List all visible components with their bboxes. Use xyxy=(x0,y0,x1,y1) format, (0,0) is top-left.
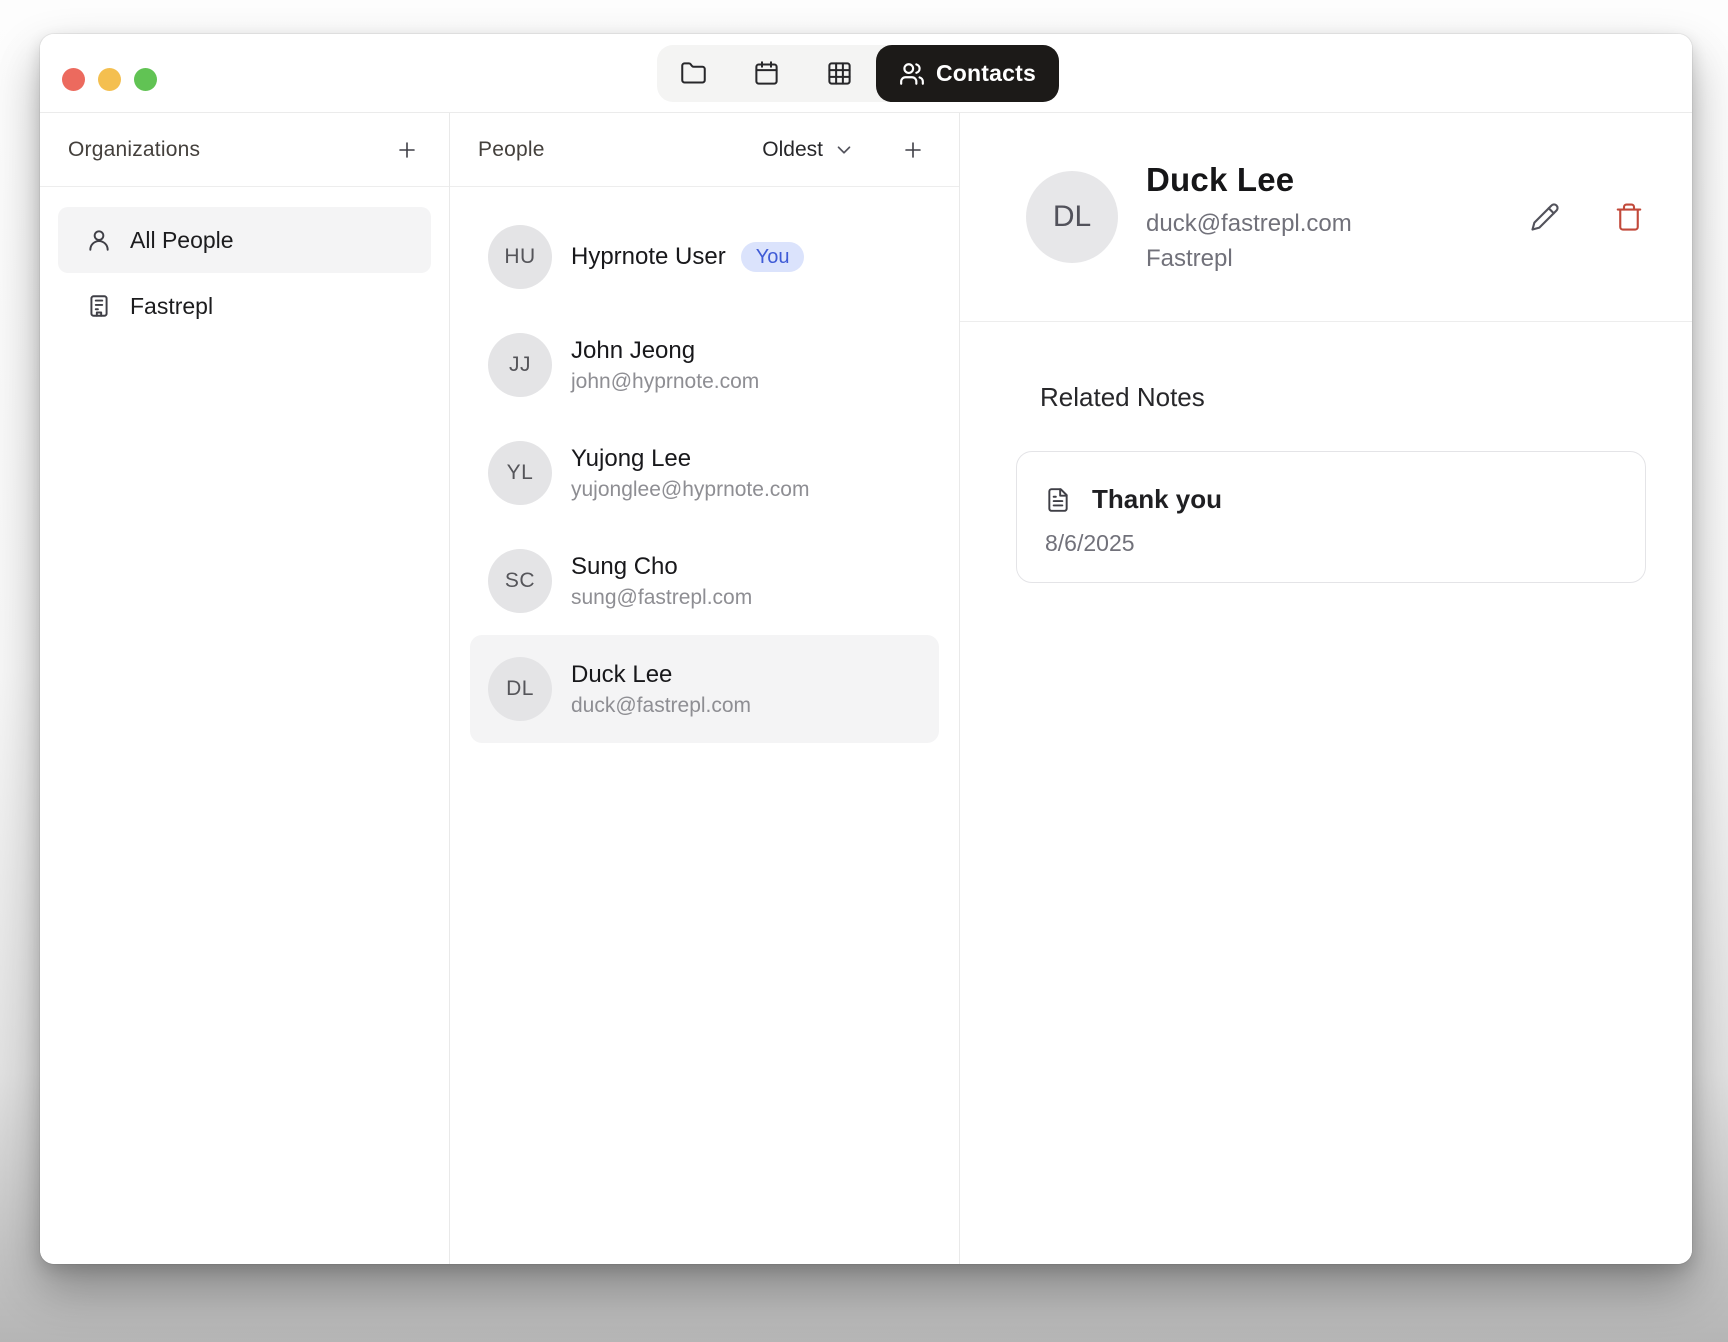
people-header-actions: Oldest xyxy=(762,134,929,166)
add-person-button[interactable] xyxy=(897,134,929,166)
avatar: SC xyxy=(488,549,552,613)
building-icon xyxy=(86,293,112,319)
file-text-icon xyxy=(1045,487,1071,513)
organizations-sidebar: Organizations All People Fastrepl xyxy=(40,113,450,1264)
people-panel: People Oldest HU xyxy=(450,113,960,1264)
table-icon xyxy=(826,60,853,87)
plus-icon xyxy=(901,138,925,162)
sort-label: Oldest xyxy=(762,138,823,162)
contact-organization: Fastrepl xyxy=(1146,245,1352,273)
table-view-button[interactable] xyxy=(803,45,876,102)
contact-name: Duck Lee xyxy=(1146,161,1352,199)
sort-dropdown[interactable]: Oldest xyxy=(762,138,855,162)
user-round-icon xyxy=(86,227,112,253)
avatar: HU xyxy=(488,225,552,289)
close-button[interactable] xyxy=(62,68,85,91)
contact-detail-header: DL Duck Lee duck@fastrepl.com Fastrepl xyxy=(960,113,1692,322)
contacts-view-label: Contacts xyxy=(936,60,1036,87)
sidebar-item-label: Fastrepl xyxy=(130,293,213,320)
delete-contact-button[interactable] xyxy=(1610,198,1648,236)
chevron-down-icon xyxy=(833,139,855,161)
folder-view-button[interactable] xyxy=(657,45,730,102)
folder-icon xyxy=(680,60,707,87)
minimize-button[interactable] xyxy=(98,68,121,91)
plus-icon xyxy=(395,138,419,162)
zoom-button[interactable] xyxy=(134,68,157,91)
organizations-title: Organizations xyxy=(68,138,200,162)
edit-contact-button[interactable] xyxy=(1526,198,1564,236)
contact-email: duck@fastrepl.com xyxy=(1146,210,1352,238)
note-card[interactable]: Thank you 8/6/2025 xyxy=(1016,451,1646,583)
note-date: 8/6/2025 xyxy=(1045,530,1617,557)
calendar-icon xyxy=(753,60,780,87)
contact-actions xyxy=(1526,198,1648,236)
person-email: sung@fastrepl.com xyxy=(571,586,752,610)
trash-icon xyxy=(1614,202,1644,232)
traffic-lights xyxy=(62,68,157,91)
person-row-hyprnote-user[interactable]: HU Hyprnote User You xyxy=(470,203,939,311)
app-window: Contacts Organizations All People xyxy=(40,34,1692,1264)
contact-detail-panel: DL Duck Lee duck@fastrepl.com Fastrepl xyxy=(960,113,1692,1264)
avatar: DL xyxy=(488,657,552,721)
person-name: Sung Cho xyxy=(571,553,752,581)
organizations-header: Organizations xyxy=(40,113,449,187)
organizations-list: All People Fastrepl xyxy=(40,187,449,359)
sidebar-item-all-people[interactable]: All People xyxy=(58,207,431,273)
person-email: john@hyprnote.com xyxy=(571,370,759,394)
related-notes-title: Related Notes xyxy=(1040,382,1646,413)
person-name: John Jeong xyxy=(571,337,759,365)
contact-avatar: DL xyxy=(1026,171,1118,263)
person-name: Hyprnote User xyxy=(571,243,726,271)
add-organization-button[interactable] xyxy=(391,134,423,166)
people-header: People Oldest xyxy=(450,113,959,187)
person-row-duck-lee[interactable]: DL Duck Lee duck@fastrepl.com xyxy=(470,635,939,743)
titlebar: Contacts xyxy=(40,34,1692,113)
avatar: YL xyxy=(488,441,552,505)
person-row-yujong-lee[interactable]: YL Yujong Lee yujonglee@hyprnote.com xyxy=(470,419,939,527)
avatar: JJ xyxy=(488,333,552,397)
people-title: People xyxy=(478,138,545,162)
sidebar-item-fastrepl[interactable]: Fastrepl xyxy=(58,273,431,339)
people-list: HU Hyprnote User You JJ John Jeong john@… xyxy=(450,187,959,759)
note-title: Thank you xyxy=(1092,484,1222,515)
person-email: yujonglee@hyprnote.com xyxy=(571,478,809,502)
pencil-icon xyxy=(1530,202,1560,232)
you-badge: You xyxy=(741,242,805,272)
person-row-john-jeong[interactable]: JJ John Jeong john@hyprnote.com xyxy=(470,311,939,419)
person-row-sung-cho[interactable]: SC Sung Cho sung@fastrepl.com xyxy=(470,527,939,635)
calendar-view-button[interactable] xyxy=(730,45,803,102)
person-name: Yujong Lee xyxy=(571,445,809,473)
users-icon xyxy=(899,61,925,87)
person-email: duck@fastrepl.com xyxy=(571,694,751,718)
sidebar-item-label: All People xyxy=(130,227,234,254)
person-name: Duck Lee xyxy=(571,661,751,689)
contact-detail-body: Related Notes Thank you 8/6/2025 xyxy=(960,322,1692,583)
contacts-view-button[interactable]: Contacts xyxy=(876,45,1059,102)
view-switcher: Contacts xyxy=(657,45,1059,102)
